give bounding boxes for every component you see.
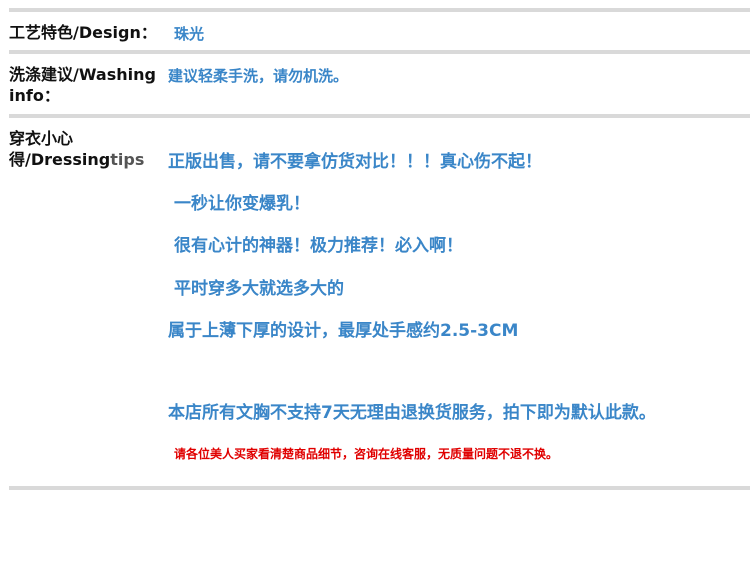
design-label: 工艺特色/Design： <box>9 23 157 42</box>
washing-label: 洗涤建议/Washing info： <box>9 64 156 106</box>
washing-value: 建议轻柔手洗，请勿机洗。 <box>168 67 349 85</box>
tip-3: 很有心计的神器！极力推荐！必入啊！ <box>174 236 463 256</box>
washing-label-line1: 洗涤建议/Washing <box>9 65 156 84</box>
dressing-label-line2b: tips <box>110 150 145 169</box>
return-notice: 请各位美人买家看清楚商品细节，咨询在线客服，无质量问题不退不换。 <box>174 447 559 461</box>
tip-5: 属于上薄下厚的设计，最厚处手感约2.5-3CM <box>168 321 519 341</box>
tip-1: 正版出售，请不要拿仿货对比！！！真心伤不起！ <box>168 152 542 172</box>
dressing-label-line2a: 得/Dressing <box>9 150 111 169</box>
bottom-rule <box>9 486 750 490</box>
dressing-label: 穿衣小心 得/Dressingtips <box>9 128 144 170</box>
tip-6: 本店所有文胸不支持7天无理由退换货服务，拍下即为默认此款。 <box>168 403 656 423</box>
tip-4: 平时穿多大就选多大的 <box>174 279 344 299</box>
tip-2: 一秒让你变爆乳！ <box>174 194 310 214</box>
washing-label-line2: info： <box>9 86 60 105</box>
top-rule <box>9 8 750 12</box>
rule-after-design <box>9 50 750 54</box>
rule-after-washing <box>9 114 750 118</box>
dressing-label-line1: 穿衣小心 <box>9 129 74 148</box>
design-value: 珠光 <box>174 25 205 43</box>
